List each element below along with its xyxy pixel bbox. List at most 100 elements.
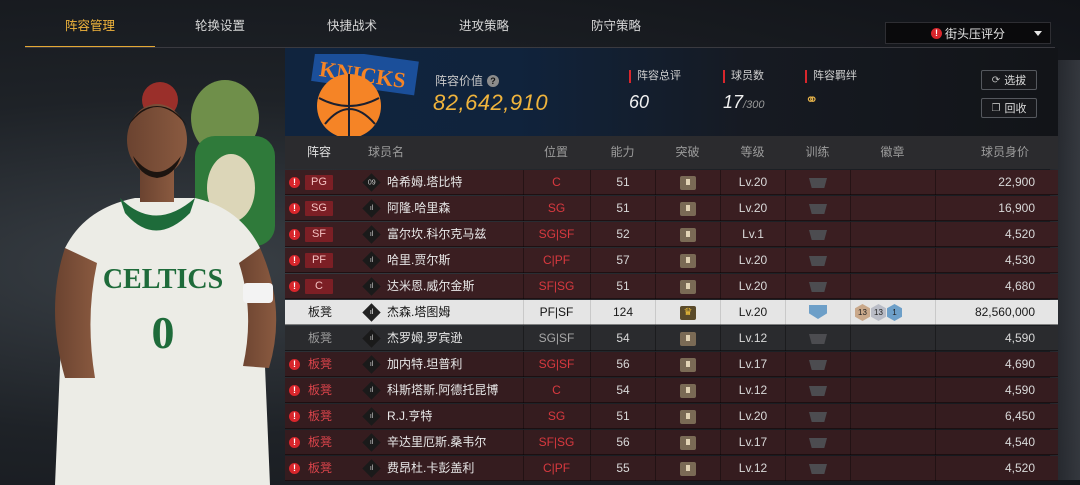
breakthrough-cell[interactable] xyxy=(655,196,720,221)
training-cell[interactable] xyxy=(785,196,850,221)
player-name[interactable]: 哈里.贾尔斯 xyxy=(387,248,450,273)
player-name[interactable]: 富尔坎.科尔克马兹 xyxy=(387,222,486,247)
col-breakthrough[interactable]: 突破 xyxy=(655,136,720,169)
badge-icon[interactable]: 13 xyxy=(855,304,870,321)
select-button[interactable]: ⟳ 选拔 xyxy=(981,70,1037,90)
recycle-button[interactable]: ❐ 回收 xyxy=(981,98,1037,118)
table-row[interactable]: 板凳 ıl 杰罗姆.罗宾逊 SG|SF 54 Lv.12 4,590 xyxy=(285,326,1058,351)
breakthrough-cell[interactable]: ♛ xyxy=(655,300,720,325)
jersey-number-badge: ıl xyxy=(362,251,381,270)
tab-offense-strategy[interactable]: 进攻策略 xyxy=(419,0,549,48)
lineup-cell: ! 板凳 xyxy=(285,404,361,429)
table-row[interactable]: ! SG ıl 阿隆.哈里森 SG 51 Lv.20 16,900 xyxy=(285,196,1058,221)
name-cell: ıl 哈里.贾尔斯 xyxy=(361,248,521,273)
ability-cell: 54 xyxy=(590,378,655,403)
badges-cell xyxy=(850,352,935,377)
jersey-number-badge: ıl xyxy=(362,225,381,244)
player-name[interactable]: 杰罗姆.罗宾逊 xyxy=(387,326,462,351)
breakthrough-cell[interactable] xyxy=(655,248,720,273)
name-cell: ıl 加内特.坦普利 xyxy=(361,352,521,377)
player-name[interactable]: 达米恩.威尔金斯 xyxy=(387,274,474,299)
player-name[interactable]: 加内特.坦普利 xyxy=(387,352,462,377)
copy-icon: ❐ xyxy=(991,102,1001,114)
training-cell[interactable] xyxy=(785,274,850,299)
breakthrough-cell[interactable] xyxy=(655,378,720,403)
knicks-logo-icon: KNICKS xyxy=(303,47,421,138)
level-cell: Lv.20 xyxy=(720,300,785,325)
breakthrough-cell[interactable] xyxy=(655,170,720,195)
level-cell: Lv.20 xyxy=(720,404,785,429)
training-cell[interactable] xyxy=(785,404,850,429)
player-value-cell: 22,900 xyxy=(935,170,1051,195)
col-training[interactable]: 训练 xyxy=(785,136,850,169)
lineup-position-badge: SF xyxy=(305,227,333,242)
table-row[interactable]: ! SF ıl 富尔坎.科尔克马兹 SG|SF 52 Lv.1 4,520 xyxy=(285,222,1058,247)
breakthrough-cell[interactable] xyxy=(655,326,720,351)
player-name[interactable]: 杰森.塔图姆 xyxy=(387,300,450,325)
breakthrough-cell[interactable] xyxy=(655,274,720,299)
help-icon[interactable]: ? xyxy=(487,74,500,87)
bond-icon[interactable]: ⚭ xyxy=(805,90,857,110)
tab-defense-strategy[interactable]: 防守策略 xyxy=(551,0,681,48)
lineup-cell: 板凳 xyxy=(285,326,361,351)
col-lineup[interactable]: 阵容 xyxy=(293,136,345,169)
jersey-number-badge: ıl xyxy=(362,199,381,218)
badge-icon[interactable]: 13 xyxy=(871,304,886,321)
breakthrough-cell[interactable] xyxy=(655,456,720,481)
position-cell: C xyxy=(523,170,589,195)
level-cell: Lv.20 xyxy=(720,196,785,221)
badges-cell xyxy=(850,222,935,247)
lineup-cell: ! 板凳 xyxy=(285,430,361,455)
tab-quick-tactics[interactable]: 快捷战术 xyxy=(287,0,417,48)
ability-cell: 56 xyxy=(590,352,655,377)
training-cell[interactable] xyxy=(785,248,850,273)
col-badges[interactable]: 徽章 xyxy=(850,136,935,169)
table-row[interactable]: 板凳 ıl 杰森.塔图姆 PF|SF 124 ♛ Lv.20 13 13 1 82,… xyxy=(285,300,1058,325)
col-level[interactable]: 等级 xyxy=(720,136,785,169)
training-cell[interactable] xyxy=(785,456,850,481)
player-value-cell: 4,590 xyxy=(935,326,1051,351)
jersey-number: 0 xyxy=(152,307,175,358)
training-cell[interactable] xyxy=(785,326,850,351)
table-row[interactable]: ! 板凳 ıl 加内特.坦普利 SG|SF 56 Lv.17 4,690 xyxy=(285,352,1058,377)
col-player-name[interactable]: 球员名 xyxy=(361,136,411,169)
roster-table: 阵容 球员名 位置 能力 突破 等级 训练 徽章 球员身价 ! PG 09 哈希姆… xyxy=(285,136,1058,485)
player-value-cell: 82,560,000 xyxy=(935,300,1051,325)
table-row[interactable]: ! 板凳 ıl 费昂杜.卡彭盖利 C|PF 55 Lv.12 4,520 xyxy=(285,456,1058,481)
row-divider xyxy=(285,272,1058,273)
breakthrough-cell[interactable] xyxy=(655,430,720,455)
table-row[interactable]: ! PG 09 哈希姆.塔比特 C 51 Lv.20 22,900 xyxy=(285,170,1058,195)
training-cell[interactable] xyxy=(785,430,850,455)
score-mode-dropdown[interactable]: ! 街头压评分 xyxy=(885,22,1051,44)
player-name[interactable]: 哈希姆.塔比特 xyxy=(387,170,462,195)
training-cell[interactable] xyxy=(785,170,850,195)
col-player-value[interactable]: 球员身价 xyxy=(965,136,1045,169)
col-ability[interactable]: 能力 xyxy=(590,136,655,169)
table-row[interactable]: ! 板凳 ıl R.J.亨特 SG 51 Lv.20 6,450 xyxy=(285,404,1058,429)
table-row[interactable]: ! 板凳 ıl 辛达里厄斯.桑韦尔 SF|SG 56 Lv.17 4,540 xyxy=(285,430,1058,455)
breakthrough-cell[interactable] xyxy=(655,352,720,377)
breakthrough-cell[interactable] xyxy=(655,404,720,429)
player-name[interactable]: 阿隆.哈里森 xyxy=(387,196,450,221)
training-cell[interactable] xyxy=(785,222,850,247)
tab-lineup-management[interactable]: 阵容管理 xyxy=(25,0,155,48)
player-value-cell: 4,530 xyxy=(935,248,1051,273)
badge-icon[interactable]: 1 xyxy=(887,304,902,321)
player-name[interactable]: 科斯塔斯.阿德托昆博 xyxy=(387,378,498,403)
player-name[interactable]: R.J.亨特 xyxy=(387,404,432,429)
breakthrough-cell[interactable] xyxy=(655,222,720,247)
training-cell[interactable] xyxy=(785,378,850,403)
col-position[interactable]: 位置 xyxy=(523,136,589,169)
table-row[interactable]: ! PF ıl 哈里.贾尔斯 C|PF 57 Lv.20 4,530 xyxy=(285,248,1058,273)
lineup-cell: ! C xyxy=(285,274,361,299)
table-row[interactable]: ! 板凳 ıl 科斯塔斯.阿德托昆博 C 54 Lv.12 4,590 xyxy=(285,378,1058,403)
player-name[interactable]: 费昂杜.卡彭盖利 xyxy=(387,456,474,481)
table-row[interactable]: ! C ıl 达米恩.威尔金斯 SF|SG 51 Lv.20 4,680 xyxy=(285,274,1058,299)
training-cell[interactable] xyxy=(785,300,850,325)
player-name[interactable]: 辛达里厄斯.桑韦尔 xyxy=(387,430,486,455)
jersey-text: CELTICS xyxy=(103,264,223,295)
training-cell[interactable] xyxy=(785,352,850,377)
tab-rotation-settings[interactable]: 轮换设置 xyxy=(155,0,285,48)
player-value-cell: 4,520 xyxy=(935,222,1051,247)
jersey-number-badge: ıl xyxy=(362,407,381,426)
